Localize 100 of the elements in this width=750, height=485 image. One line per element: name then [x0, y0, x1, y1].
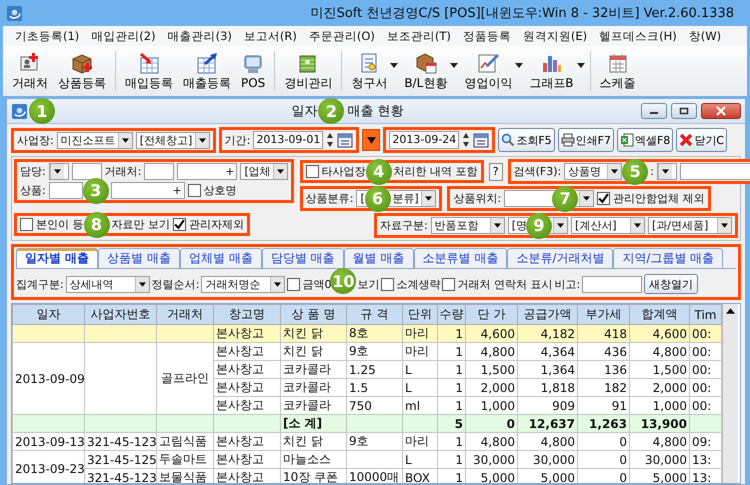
action-button[interactable]: 닫기C	[676, 128, 727, 152]
checkbox[interactable]	[173, 218, 186, 231]
toolbar-button[interactable]: 청구서	[346, 47, 400, 95]
sort-dropdown[interactable]: 거래처명순	[201, 276, 286, 292]
action-button[interactable]: 조회F5	[498, 128, 555, 152]
tax-dropdown[interactable]: [과/면세품]	[648, 217, 732, 234]
spinner-icon[interactable]	[462, 131, 470, 149]
group-dropdown[interactable]: 상세내역	[66, 276, 150, 292]
invoice-dropdown[interactable]: [계산서]	[571, 217, 645, 234]
condition-dropdown[interactable]	[656, 163, 677, 180]
table-arrow-icon	[137, 50, 161, 74]
menu-item[interactable]: 매출관리(3)	[162, 28, 238, 44]
column-header[interactable]: 거래처	[156, 304, 214, 324]
table-cell: 9호	[346, 432, 402, 450]
input-field[interactable]	[144, 163, 174, 180]
column-header[interactable]: 상 품 명	[280, 304, 346, 324]
tab[interactable]: 담당별 매출	[262, 248, 344, 268]
column-header[interactable]: 공급가액	[518, 304, 578, 324]
new-window-button[interactable]: 새창열기	[644, 274, 698, 294]
action-button[interactable]: 엑셀F8	[616, 128, 674, 152]
column-header[interactable]: 사업자번호	[84, 304, 156, 324]
date-field[interactable]: 2013-09-01	[253, 131, 324, 149]
input-field[interactable]	[72, 163, 102, 180]
table-cell: L	[402, 378, 438, 396]
column-header[interactable]: 규 격	[346, 304, 402, 324]
checkbox[interactable]	[287, 278, 300, 290]
menu-item[interactable]: 정품등록	[456, 28, 517, 44]
column-header[interactable]: Tim	[690, 304, 722, 324]
calendar-icon[interactable]	[337, 132, 354, 148]
menu-item[interactable]: 보조관리(T)	[380, 28, 457, 44]
checkbox[interactable]	[20, 218, 33, 231]
spinner-icon[interactable]	[326, 131, 334, 149]
menu-item[interactable]: 원격지원(E)	[516, 28, 594, 44]
dropdown-button[interactable]	[362, 129, 380, 151]
help-button[interactable]: ?	[488, 162, 503, 180]
menu-item[interactable]: 기초등록(1)	[9, 28, 86, 44]
toolbar-button[interactable]: 매출등록	[178, 47, 236, 95]
toolbar-button[interactable]: POS	[236, 47, 270, 95]
column-header[interactable]: 일자	[12, 304, 84, 324]
column-header[interactable]: 창고명	[214, 304, 280, 324]
checkbox[interactable]	[306, 165, 319, 178]
date-field[interactable]: 2013-09-24	[389, 131, 460, 149]
table-cell: 30,000	[518, 450, 578, 468]
table-cell: 4,800	[466, 432, 518, 450]
staff-dropdown[interactable]	[48, 163, 69, 180]
tab[interactable]: 소분류/거래처별	[507, 248, 614, 268]
table-cell: 두솔마트	[156, 450, 214, 468]
checkbox[interactable]	[381, 278, 394, 290]
vendor-field[interactable]: +	[177, 163, 238, 180]
calendar-icon[interactable]	[473, 132, 490, 148]
table-cell: 4,800	[630, 342, 690, 360]
table-cell: 치킨 닭	[280, 432, 346, 450]
toolbar-button[interactable]: B/L현황	[399, 47, 460, 95]
toolbar-button[interactable]: 스케줄	[594, 47, 641, 95]
scrollbar[interactable]	[722, 304, 738, 483]
scroll-up-icon[interactable]	[726, 308, 735, 314]
table-cell: 본사창고	[214, 432, 280, 450]
table-cell: 1,364	[518, 360, 578, 378]
toolbar-button[interactable]: 그래프B	[524, 47, 586, 95]
tab[interactable]: 소분류별 매출	[414, 248, 508, 268]
toolbar-button[interactable]: 매입등록	[120, 47, 178, 95]
tab[interactable]: 지역/그룹별 매출	[613, 248, 724, 268]
warehouse-dropdown[interactable]: [전체창고]	[136, 132, 210, 148]
maximize-button[interactable]	[671, 103, 698, 119]
checkbox[interactable]	[442, 278, 456, 290]
checkbox[interactable]	[188, 184, 201, 197]
menu-item[interactable]: 창(W)	[682, 28, 728, 44]
minimize-button[interactable]	[641, 103, 668, 119]
action-button[interactable]: 인쇄F7	[558, 128, 614, 152]
menu-item[interactable]: 보고서(R)	[238, 28, 303, 44]
step-badge: 1	[29, 98, 55, 124]
close-button[interactable]	[701, 103, 742, 119]
column-header[interactable]: 단위	[402, 304, 438, 324]
search-field[interactable]	[680, 163, 750, 180]
table-cell: 1.25	[346, 360, 402, 378]
table-cell: 마리	[402, 432, 438, 450]
search-field-dropdown[interactable]: 상품명	[564, 163, 622, 180]
memo-field[interactable]	[582, 276, 642, 292]
data-type-dropdown[interactable]: 반품포함	[430, 217, 505, 234]
toolbar-button[interactable]: 영업이익	[459, 47, 524, 95]
toolbar-button[interactable]: 경비관리	[279, 47, 338, 95]
menu-item[interactable]: 매입관리(2)	[85, 28, 162, 44]
tab[interactable]: 상품별 매출	[98, 248, 180, 268]
menu-item[interactable]: 헬프데스크(H)	[593, 28, 683, 44]
column-header[interactable]: 부가세	[578, 304, 630, 324]
column-header[interactable]: 합계액	[630, 304, 690, 324]
toolbar-button[interactable]: 거래처	[7, 47, 53, 95]
company-dropdown[interactable]: 미진소프트	[56, 132, 133, 148]
checkbox-label: 거래처 연락처 표시	[457, 276, 552, 292]
tab[interactable]: 업체별 매출	[180, 248, 262, 268]
toolbar-button[interactable]: 상품등록	[53, 47, 111, 95]
column-header[interactable]: 단 가	[466, 304, 518, 324]
tab[interactable]: 일자별 매출	[16, 248, 98, 268]
column-header[interactable]: 수량	[438, 304, 466, 324]
tab[interactable]: 월별 매출	[344, 248, 414, 268]
product-field[interactable]: +	[110, 182, 185, 199]
vendor-type-dropdown[interactable]: [업체	[240, 163, 288, 180]
checkbox[interactable]	[597, 192, 610, 205]
input-field[interactable]	[48, 182, 83, 199]
menu-item[interactable]: 주문관리(O)	[302, 28, 381, 44]
